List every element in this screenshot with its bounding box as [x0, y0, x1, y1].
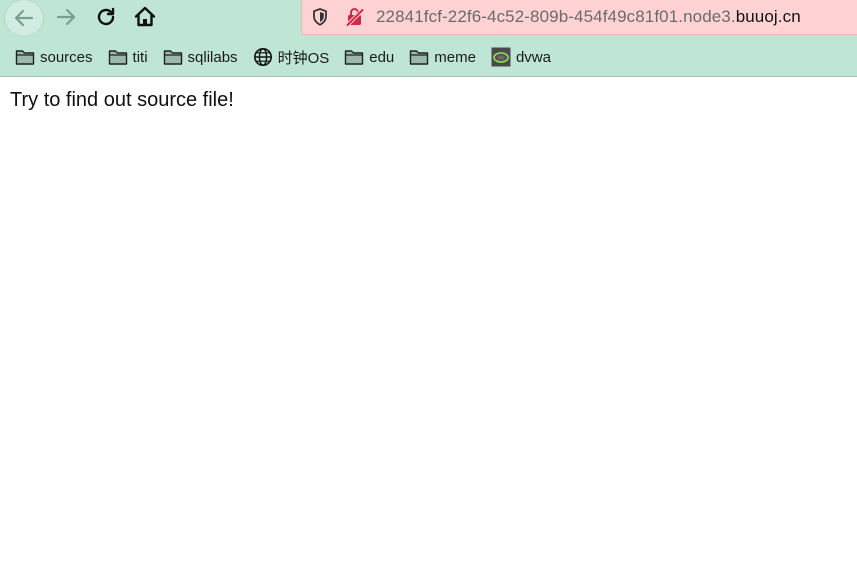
- bookmark-dvwa[interactable]: dvwa: [490, 47, 551, 67]
- folder-icon: [162, 47, 184, 67]
- bookmark-label: edu: [369, 48, 395, 66]
- bookmark-label: meme: [434, 48, 476, 66]
- home-button[interactable]: [128, 0, 162, 34]
- folder-icon: [14, 47, 36, 67]
- bookmark-folder-sources[interactable]: sources: [14, 47, 93, 67]
- bookmark-label: sqlilabs: [187, 48, 238, 66]
- arrow-left-icon: [14, 9, 34, 27]
- page-content: Try to find out source file!: [0, 77, 857, 124]
- browser-chrome: 22841fcf-22f6-4c52-809b-454f49c81f01.nod…: [0, 0, 857, 77]
- arrow-right-icon: [56, 8, 76, 26]
- globe-icon: [252, 47, 274, 67]
- bookmark-folder-meme[interactable]: meme: [408, 47, 476, 67]
- bookmark-folder-edu[interactable]: edu: [343, 47, 394, 67]
- bookmark-folder-sqlilabs[interactable]: sqlilabs: [162, 47, 238, 67]
- bookmarks-toolbar: sources titi sqlilabs 时钟OS edu meme dvwa: [0, 38, 857, 76]
- url-text[interactable]: 22841fcf-22f6-4c52-809b-454f49c81f01.nod…: [376, 7, 801, 27]
- folder-icon: [107, 47, 129, 67]
- reload-icon: [97, 7, 115, 26]
- folder-icon: [343, 47, 365, 67]
- forward-button[interactable]: [49, 0, 83, 34]
- back-button[interactable]: [4, 0, 44, 37]
- navigation-toolbar: 22841fcf-22f6-4c52-809b-454f49c81f01.nod…: [0, 0, 857, 38]
- bookmark-label: 时钟OS: [277, 49, 330, 67]
- page-message: Try to find out source file!: [10, 89, 234, 111]
- shield-icon[interactable]: [310, 7, 330, 32]
- bookmark-label: titi: [132, 48, 148, 66]
- bookmark-label: dvwa: [515, 48, 551, 66]
- bookmark-label: sources: [40, 48, 93, 66]
- bookmark-clock-os[interactable]: 时钟OS: [252, 47, 330, 68]
- folder-icon: [408, 47, 430, 67]
- reload-button[interactable]: [89, 0, 123, 34]
- url-prefix: 22841fcf-22f6-4c52-809b-454f49c81f01.nod…: [376, 7, 736, 26]
- dvwa-favicon-icon: [490, 47, 512, 67]
- bookmark-folder-titi[interactable]: titi: [107, 47, 148, 67]
- url-domain: buuoj.cn: [735, 7, 801, 26]
- address-bar[interactable]: 22841fcf-22f6-4c52-809b-454f49c81f01.nod…: [301, 0, 857, 35]
- insecure-connection-icon[interactable]: [344, 6, 366, 33]
- home-icon: [134, 6, 156, 27]
